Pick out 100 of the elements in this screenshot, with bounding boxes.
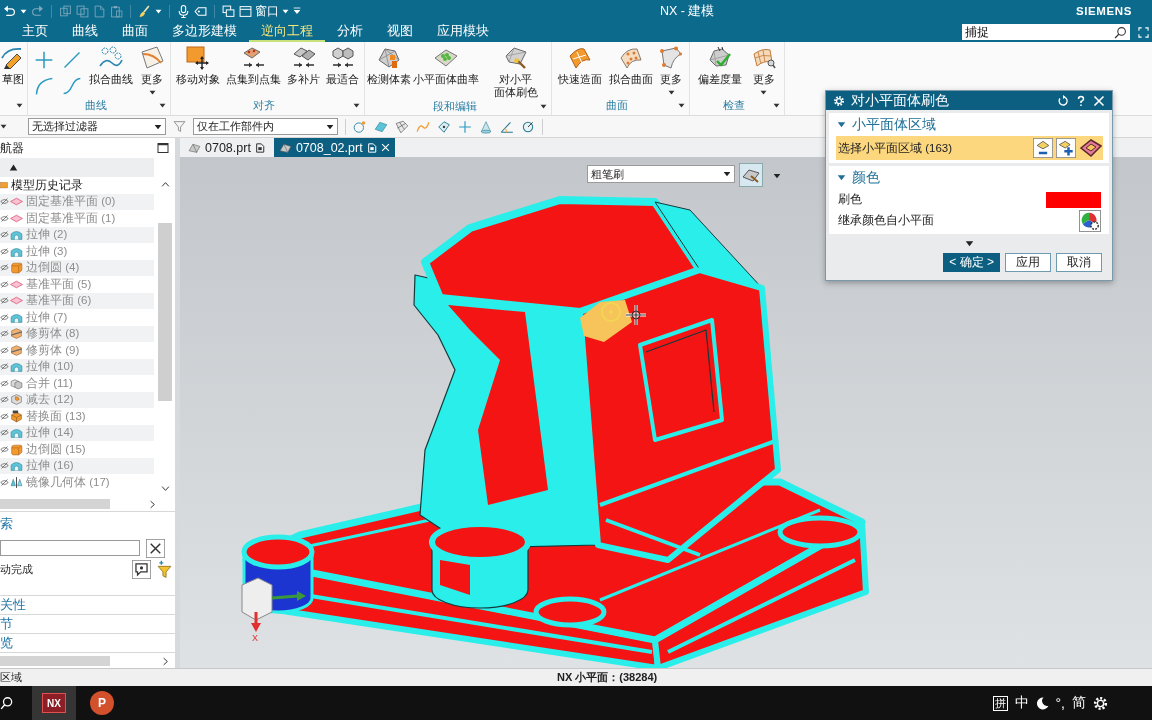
scroll-right-icon[interactable] <box>161 656 170 666</box>
curve-tool-button[interactable] <box>61 75 83 97</box>
caret-icon[interactable] <box>155 7 162 15</box>
search-field[interactable] <box>0 540 140 556</box>
eye-slash-icon[interactable] <box>0 378 9 388</box>
scroll-up-icon[interactable] <box>160 180 170 189</box>
menu-tab[interactable]: 视图 <box>375 22 425 42</box>
caret-icon[interactable] <box>0 123 7 130</box>
search-icon[interactable] <box>1114 25 1127 39</box>
grid-face-icon[interactable] <box>395 119 409 134</box>
curve-tool-button[interactable] <box>33 75 55 97</box>
collapse-triangle-icon[interactable] <box>837 120 846 129</box>
maximize-icon[interactable] <box>157 142 169 154</box>
ribbon-button[interactable]: 偏差度量 <box>697 46 744 86</box>
section-header[interactable]: 关性 <box>0 596 26 614</box>
funnel-icon[interactable] <box>173 120 186 133</box>
menu-tab[interactable]: 主页 <box>10 22 60 42</box>
undo-icon[interactable] <box>3 4 16 18</box>
cancel-button[interactable]: 取消 <box>1056 253 1102 272</box>
more-button[interactable]: 更多 <box>139 46 165 96</box>
speech-bubble-icon[interactable] <box>132 559 151 579</box>
eye-slash-icon[interactable] <box>0 279 9 289</box>
eye-slash-icon[interactable] <box>0 263 9 273</box>
reset-icon[interactable] <box>1057 94 1069 107</box>
brush-dropdown[interactable]: 粗笔刷 <box>587 165 735 183</box>
ribbon-button[interactable]: 点集到点集 <box>225 46 282 86</box>
angle-icon[interactable] <box>500 119 514 134</box>
document-tab[interactable]: 0708.prt <box>183 138 270 157</box>
scroll-down-icon[interactable] <box>160 484 170 493</box>
eye-slash-icon[interactable] <box>0 296 9 306</box>
more-button[interactable]: 更多 <box>750 46 777 96</box>
collapse-triangle-icon[interactable] <box>837 173 846 182</box>
input-mode-indicator[interactable]: 简 <box>1072 694 1086 712</box>
eye-slash-icon[interactable] <box>0 395 9 405</box>
eye-slash-icon[interactable] <box>0 477 9 487</box>
eye-slash-icon[interactable] <box>0 329 9 339</box>
menu-tab[interactable]: 多边形建模 <box>160 22 249 42</box>
face-icon[interactable] <box>374 119 388 134</box>
menu-tab[interactable]: 应用模块 <box>425 22 501 42</box>
selection-row[interactable]: 选择小平面区域 (163) <box>836 136 1103 160</box>
mesh-brush-icon[interactable] <box>739 163 763 187</box>
menu-tab[interactable]: 曲线 <box>60 22 110 42</box>
eye-slash-icon[interactable] <box>0 428 9 438</box>
help-icon[interactable] <box>1075 94 1087 107</box>
apply-button[interactable]: 应用 <box>1005 253 1051 272</box>
caret-icon[interactable] <box>353 102 360 109</box>
ribbon-button[interactable]: 多补片 <box>286 46 321 86</box>
color-swatch[interactable] <box>1046 191 1101 208</box>
menu-tab[interactable]: 曲面 <box>110 22 160 42</box>
eye-slash-icon[interactable] <box>0 411 9 421</box>
tag-icon[interactable] <box>194 4 207 18</box>
customize-caret-icon[interactable] <box>293 7 301 15</box>
eye-slash-icon[interactable] <box>0 197 9 207</box>
diamond-minus-icon[interactable] <box>1033 138 1053 158</box>
scroll-right-icon[interactable] <box>148 499 157 509</box>
ribbon-button[interactable]: 检测体素 <box>365 46 412 86</box>
tree-row[interactable]: 模型历史记录 <box>0 177 154 194</box>
fullscreen-icon[interactable] <box>1138 26 1149 38</box>
section-header[interactable]: 览 <box>0 634 13 652</box>
taskbar-app[interactable]: NX <box>32 686 76 720</box>
caret-icon[interactable] <box>282 7 289 15</box>
section-title[interactable]: 小平面体区域 <box>852 115 936 134</box>
input-mode-indicator[interactable]: 中 <box>1014 694 1029 712</box>
close-icon[interactable] <box>146 538 165 558</box>
input-mode-indicator[interactable]: °, <box>1055 695 1065 711</box>
caret-icon[interactable] <box>326 122 334 131</box>
command-search-field[interactable]: 捕捉 <box>962 24 1130 40</box>
more-button[interactable]: 更多 <box>658 46 685 96</box>
eye-slash-icon[interactable] <box>0 461 9 471</box>
circle-point-icon[interactable] <box>353 119 367 134</box>
ok-button[interactable]: < 确定 > <box>943 253 1000 272</box>
cone-icon[interactable] <box>479 119 493 134</box>
caret-icon[interactable] <box>540 103 547 110</box>
eye-slash-icon[interactable] <box>0 246 9 256</box>
settings-icon[interactable] <box>833 94 845 107</box>
scrollbar-thumb[interactable] <box>158 223 172 401</box>
diamond-plus-icon[interactable] <box>1056 138 1076 158</box>
input-mode-indicator[interactable]: 拼 <box>992 695 1008 711</box>
ribbon-button[interactable]: 移动对象 <box>175 46 221 86</box>
microphone-icon[interactable] <box>177 4 190 18</box>
document-tab[interactable]: 0708_02.prt <box>273 138 395 157</box>
caret-icon[interactable] <box>154 122 162 131</box>
eye-slash-icon[interactable] <box>0 230 9 240</box>
caret-icon[interactable] <box>964 239 974 248</box>
section-title[interactable]: 颜色 <box>852 168 880 187</box>
scrollbar-thumb[interactable] <box>0 499 110 509</box>
caret-icon[interactable] <box>773 172 781 180</box>
ribbon-button[interactable]: 最适合 <box>325 46 360 86</box>
menu-tab[interactable]: 分析 <box>325 22 375 42</box>
ribbon-button[interactable]: 拟合曲线 <box>88 46 134 86</box>
eye-slash-icon[interactable] <box>0 362 9 372</box>
curve-tool-button[interactable] <box>61 49 83 71</box>
window-menu-button[interactable]: 窗口 <box>239 2 289 20</box>
moon-icon[interactable] <box>1035 696 1049 710</box>
edge-face-icon[interactable] <box>437 119 451 134</box>
filter-dropdown[interactable]: 无选择过滤器 <box>28 118 166 135</box>
caret-icon[interactable] <box>723 170 731 178</box>
search-icon[interactable] <box>0 696 14 710</box>
caret-icon[interactable] <box>20 7 27 15</box>
section-header[interactable]: 节 <box>0 615 13 633</box>
